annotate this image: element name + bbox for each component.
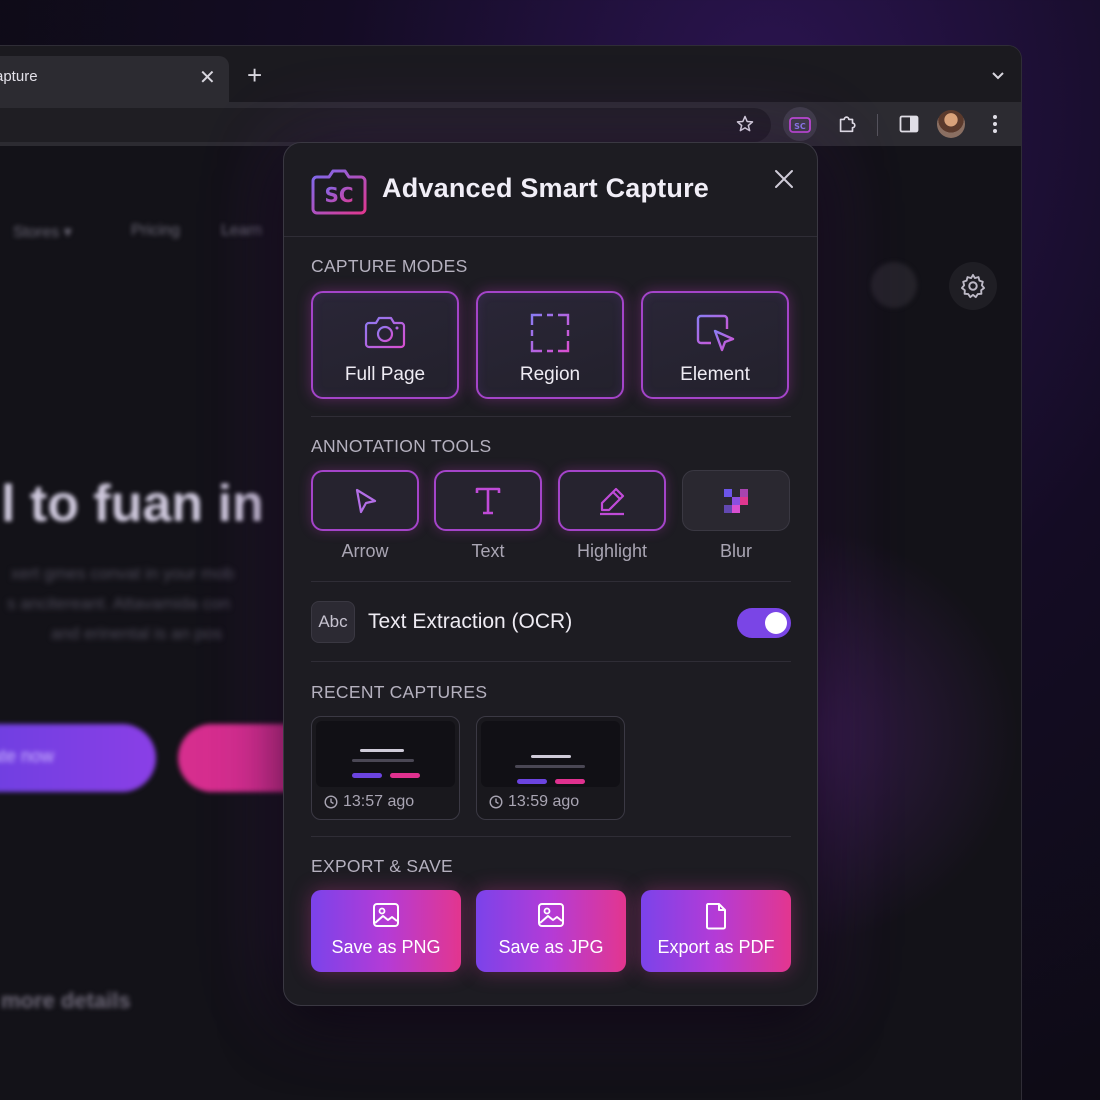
text-t-icon	[475, 487, 501, 514]
page-button[interactable]	[871, 262, 917, 308]
export-title: EXPORT & SAVE	[311, 856, 454, 876]
active-tab[interactable]: apture ✕	[0, 56, 229, 102]
tool-label: Highlight	[576, 541, 648, 561]
save-jpg-button[interactable]: Save as JPG	[476, 890, 626, 972]
hero-subtext: and erinental is an pos	[51, 624, 223, 643]
toolbar-divider	[877, 114, 878, 136]
capture-modes-title: CAPTURE MODES	[311, 256, 468, 276]
tab-strip: apture ✕ +	[0, 46, 1021, 102]
logo-text: SC	[324, 183, 353, 207]
capture-time-text: 13:59 ago	[508, 793, 580, 810]
clock-icon	[489, 795, 503, 809]
close-icon[interactable]	[770, 165, 798, 193]
highlight-tool-button[interactable]	[558, 470, 666, 531]
divider	[311, 836, 791, 837]
primary-cta-button[interactable]: ate now	[0, 724, 156, 792]
mode-label: Region	[519, 364, 581, 385]
chevron-down-icon[interactable]	[991, 68, 1005, 86]
recent-capture-thumbnail[interactable]: 13:57 ago	[311, 716, 460, 820]
nav-item[interactable]: Pricing	[131, 222, 180, 240]
address-bar[interactable]	[0, 108, 771, 142]
region-select-icon	[530, 313, 570, 353]
recent-capture-thumbnail[interactable]: 13:59 ago	[476, 716, 625, 820]
ocr-label: Text Extraction (OCR)	[368, 610, 573, 633]
puzzle-icon[interactable]	[833, 110, 861, 138]
tool-label: Text	[471, 541, 505, 561]
hero-heading: l to fuan in	[1, 475, 264, 533]
divider	[311, 581, 791, 582]
divider	[311, 661, 791, 662]
capture-time-text: 13:57 ago	[343, 793, 415, 810]
mode-label: Element	[680, 364, 750, 385]
toggle-knob	[765, 612, 787, 634]
hero-subtext: s ancitereant. Attavamida con	[7, 594, 231, 613]
popup-header: SC Advanced Smart Capture	[284, 143, 817, 237]
element-mode-button[interactable]: Element	[641, 291, 789, 399]
extension-popup: SC Advanced Smart Capture CAPTURE MODES …	[283, 142, 818, 1006]
star-icon[interactable]	[731, 110, 759, 138]
camera-icon	[364, 316, 406, 349]
plus-icon[interactable]: +	[247, 62, 262, 88]
text-tool-button[interactable]	[434, 470, 542, 531]
thumbnail-preview	[481, 721, 620, 787]
kebab-menu-icon[interactable]	[981, 110, 1009, 138]
tab-title: apture	[0, 68, 38, 85]
recent-captures-title: RECENT CAPTURES	[311, 682, 488, 702]
full-page-mode-button[interactable]: Full Page	[311, 291, 459, 399]
thumbnail-preview	[316, 721, 455, 787]
tool-label: Blur	[719, 541, 752, 561]
sc-logo-icon: SC	[311, 169, 367, 215]
browser-toolbar: SC	[0, 102, 1021, 146]
nav-item[interactable]: Stores ▾	[13, 222, 72, 242]
export-label: Save as PNG	[331, 937, 441, 957]
region-mode-button[interactable]: Region	[476, 291, 624, 399]
export-label: Save as JPG	[498, 937, 604, 957]
mode-label: Full Page	[344, 364, 426, 385]
image-icon	[538, 903, 564, 927]
export-pdf-button[interactable]: Export as PDF	[641, 890, 791, 972]
extension-sc-icon[interactable]: SC	[783, 107, 817, 141]
svg-text:SC: SC	[794, 122, 806, 131]
tool-label: Arrow	[341, 541, 389, 561]
close-icon[interactable]: ✕	[199, 65, 216, 90]
element-cursor-icon	[696, 314, 735, 352]
pen-icon	[600, 487, 625, 515]
capture-time: 13:59 ago	[489, 793, 579, 811]
annotation-tools-title: ANNOTATION TOOLS	[311, 436, 492, 456]
clock-icon	[324, 795, 338, 809]
arrow-cursor-icon	[355, 488, 377, 513]
capture-time: 13:57 ago	[324, 793, 414, 811]
image-icon	[373, 903, 399, 927]
ocr-toggle[interactable]	[737, 608, 791, 638]
document-icon	[706, 903, 726, 930]
arrow-tool-button[interactable]	[311, 470, 419, 531]
hero-subtext: xert gmes convat in your mob	[11, 564, 234, 583]
ocr-badge: Abc	[311, 601, 355, 643]
popup-title: Advanced Smart Capture	[382, 173, 709, 203]
blur-icon	[724, 488, 748, 513]
avatar[interactable]	[937, 110, 965, 138]
export-label: Export as PDF	[657, 937, 775, 957]
sidebar-icon[interactable]	[895, 110, 923, 138]
blur-tool-button[interactable]	[682, 470, 790, 531]
section-heading: more details	[1, 988, 131, 1013]
save-png-button[interactable]: Save as PNG	[311, 890, 461, 972]
gear-icon[interactable]	[949, 262, 997, 310]
divider	[311, 416, 791, 417]
nav-item[interactable]: Learn	[221, 222, 262, 240]
